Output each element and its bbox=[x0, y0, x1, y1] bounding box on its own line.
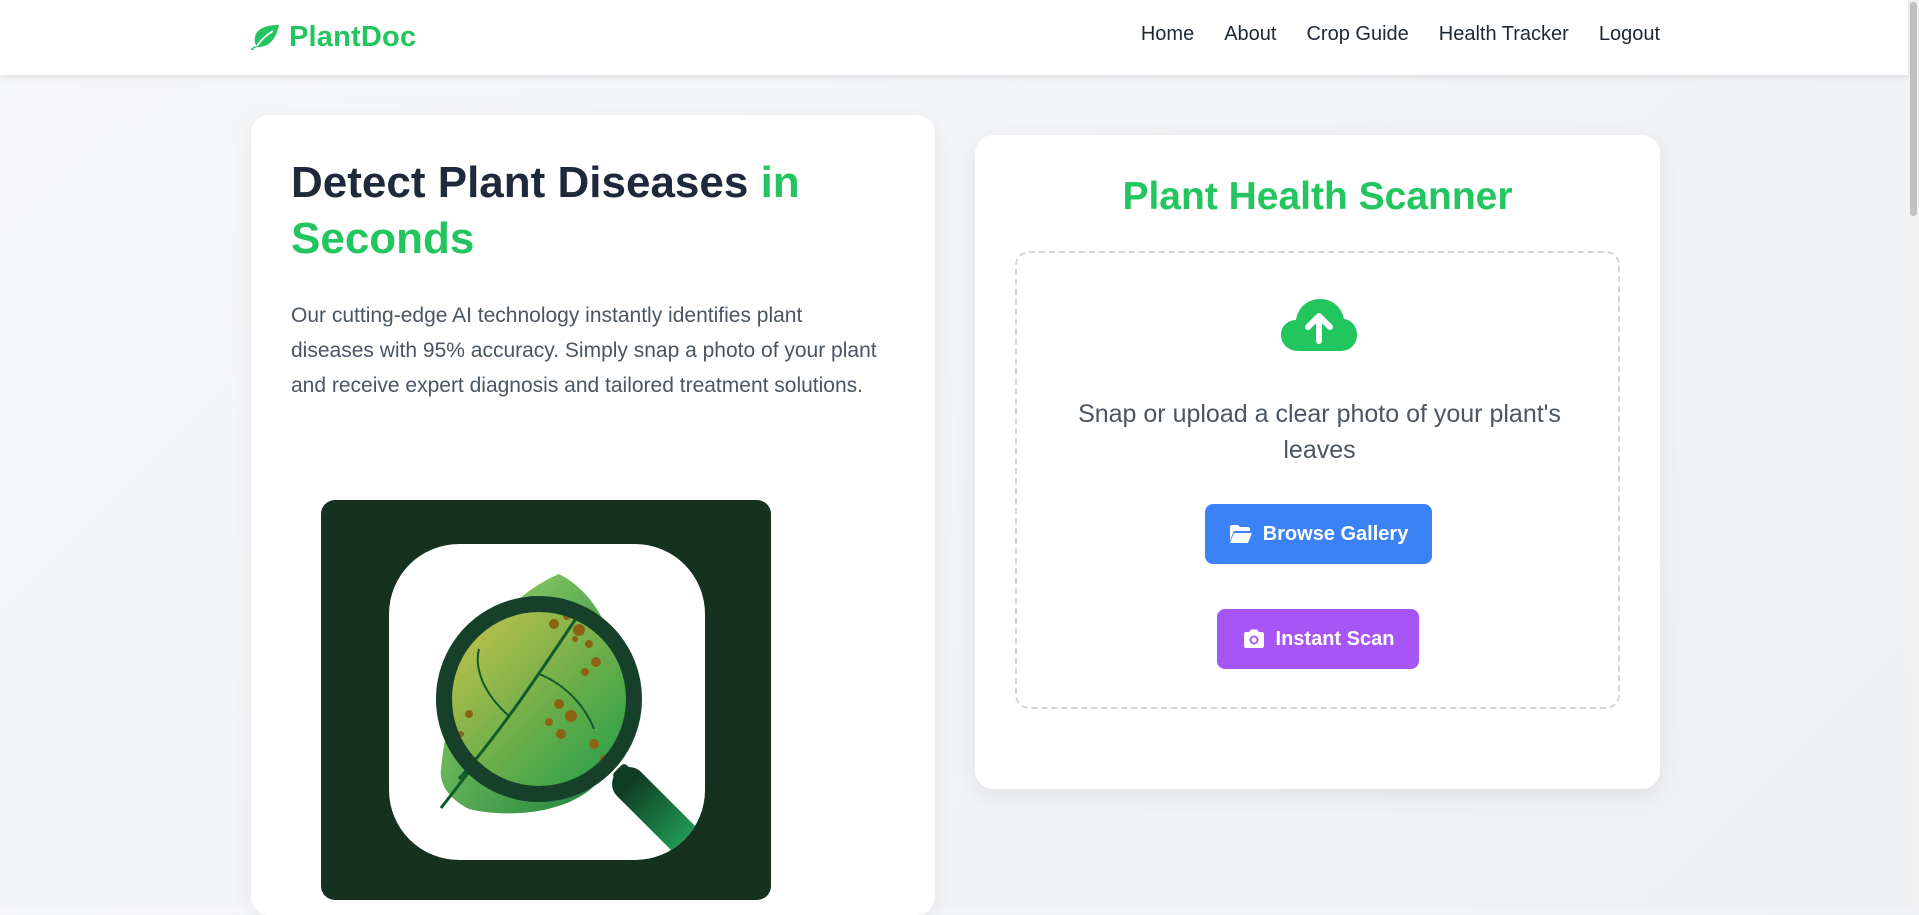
scrollbar[interactable] bbox=[1908, 0, 1919, 907]
app-icon-tile bbox=[389, 544, 705, 860]
nav-health-tracker[interactable]: Health Tracker bbox=[1439, 23, 1569, 46]
browse-gallery-button[interactable]: Browse Gallery bbox=[1205, 504, 1432, 564]
folder-open-icon bbox=[1229, 525, 1252, 543]
nav-links: Home About Crop Guide Health Tracker Log… bbox=[1141, 23, 1660, 46]
nav-home[interactable]: Home bbox=[1141, 23, 1194, 46]
scanner-card: Plant Health Scanner Snap or upload a cl… bbox=[975, 135, 1660, 789]
hero-image bbox=[321, 500, 771, 900]
upload-drop-zone[interactable]: Snap or upload a clear photo of your pla… bbox=[1015, 251, 1620, 709]
camera-icon bbox=[1243, 629, 1264, 648]
hero-description: Our cutting-edge AI technology instantly… bbox=[291, 304, 877, 397]
nav-about[interactable]: About bbox=[1224, 23, 1276, 46]
brand-logo[interactable]: PlantDoc bbox=[249, 19, 416, 55]
brand-name: PlantDoc bbox=[289, 20, 417, 53]
upload-prompt: Snap or upload a clear photo of your pla… bbox=[1078, 400, 1561, 464]
hero-card: Detect Plant Diseases in Seconds Our cut… bbox=[251, 115, 935, 915]
scanner-title: Plant Health Scanner bbox=[1122, 175, 1513, 218]
nav-crop-guide[interactable]: Crop Guide bbox=[1306, 23, 1408, 46]
scrollbar-thumb[interactable] bbox=[1910, 2, 1917, 216]
hero-title: Detect Plant Diseases in Seconds bbox=[291, 155, 891, 267]
leaf-icon bbox=[251, 25, 279, 50]
cloud-upload-icon bbox=[1281, 299, 1357, 351]
nav-logout[interactable]: Logout bbox=[1599, 23, 1660, 46]
navbar: PlantDoc Home About Crop Guide Health Tr… bbox=[0, 0, 1908, 75]
magnifier-leaf-icon bbox=[436, 574, 705, 860]
browse-gallery-label: Browse Gallery bbox=[1262, 522, 1409, 545]
instant-scan-button[interactable]: Instant Scan bbox=[1217, 609, 1419, 669]
instant-scan-label: Instant Scan bbox=[1275, 627, 1395, 650]
hero-title-main: Detect Plant Diseases bbox=[291, 158, 761, 207]
